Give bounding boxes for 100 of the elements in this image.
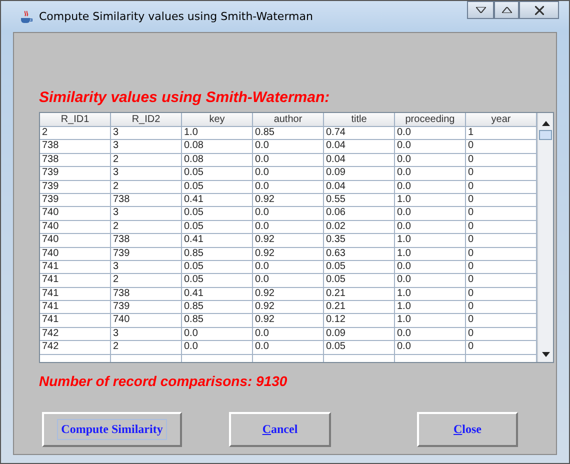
scroll-up-icon[interactable] — [542, 121, 550, 126]
table-cell: 739 — [40, 180, 111, 194]
table-cell: 0.85 — [182, 248, 253, 261]
table-cell: 742 — [40, 341, 111, 355]
table-cell: 0.08 — [182, 154, 253, 168]
table-cell: 0.92 — [253, 234, 324, 248]
table-cell: 0.85 — [182, 314, 253, 328]
table-cell: 0.41 — [182, 234, 253, 248]
triangle-up-icon — [502, 7, 512, 13]
table-cell: 0.05 — [182, 180, 253, 194]
table-cell: 741 — [40, 288, 111, 302]
table-cell: 0.0 — [253, 341, 324, 355]
table-cell: 740 — [40, 248, 111, 261]
table-cell: 1.0 — [395, 248, 466, 261]
table-cell: 0.0 — [395, 260, 466, 274]
table-cell: 0.41 — [182, 288, 253, 302]
table-cell: 741 — [40, 314, 111, 328]
dialog-button[interactable]: Close — [417, 412, 518, 447]
table-cell: 0.0 — [253, 220, 324, 234]
table-cell: 0.85 — [182, 301, 253, 314]
column-header[interactable]: key — [182, 113, 253, 127]
table-cell: 0.04 — [324, 180, 395, 194]
table-cell: 0.0 — [253, 328, 324, 342]
scroll-down-icon[interactable] — [542, 352, 550, 357]
column-header[interactable]: R_ID1 — [40, 113, 111, 127]
table-cell: 0.06 — [324, 207, 395, 221]
table-cell: 0.05 — [182, 274, 253, 288]
table-cell: 0.04 — [324, 154, 395, 168]
table-cell: 0.05 — [182, 167, 253, 181]
table-cell: 3 — [111, 127, 182, 140]
table-cell: 0.92 — [253, 314, 324, 328]
table-cell: 0.92 — [253, 288, 324, 302]
table-cell: 0.92 — [253, 301, 324, 314]
table-cell: 2 — [111, 274, 182, 288]
table-cell: 0.0 — [253, 154, 324, 168]
table-cell: 0.21 — [324, 288, 395, 302]
table-cell: 3 — [111, 167, 182, 181]
table-cell: 0.35 — [324, 234, 395, 248]
maximize-button[interactable] — [494, 1, 519, 19]
table-cell: 0.0 — [395, 220, 466, 234]
dialog-button[interactable]: Cancel — [229, 412, 331, 447]
table-cell: 0.02 — [324, 220, 395, 234]
table-cell: 2 — [111, 154, 182, 168]
table-cell: 740 — [40, 234, 111, 248]
table-cell: 739 — [40, 194, 111, 208]
table-cell: 0.0 — [253, 140, 324, 154]
table-cell: 0.05 — [182, 220, 253, 234]
table-cell: 1.0 — [182, 127, 253, 140]
table-cell: 0.0 — [395, 140, 466, 154]
table-cell: 1.0 — [395, 314, 466, 328]
comparison-count: Number of record comparisons: 9130 — [39, 373, 288, 389]
table-cell: 738 — [111, 234, 182, 248]
table-cell: 0.05 — [182, 207, 253, 221]
triangle-down-icon — [476, 7, 486, 13]
table-cell: 0.0 — [395, 207, 466, 221]
table-cell: 0.55 — [324, 194, 395, 208]
table-cell: 3 — [111, 328, 182, 342]
table-cell: 0.63 — [324, 248, 395, 261]
table-cell: 0.21 — [324, 301, 395, 314]
close-button[interactable] — [519, 1, 559, 19]
column-header[interactable]: title — [324, 113, 395, 127]
table-cell: 739 — [111, 248, 182, 261]
table-cell: 0.0 — [395, 154, 466, 168]
table-cell: 740 — [40, 207, 111, 221]
table-cell: 0.0 — [182, 328, 253, 342]
scroll-thumb[interactable] — [539, 130, 552, 140]
table-cell: 0.12 — [324, 314, 395, 328]
minimize-button[interactable] — [467, 1, 494, 19]
column-header[interactable]: author — [253, 113, 324, 127]
table-cell: 0.05 — [324, 341, 395, 355]
table-cell: 0.0 — [395, 328, 466, 342]
table-cell: 740 — [40, 220, 111, 234]
table-cell: 2 — [40, 127, 111, 140]
table-cell: 740 — [111, 314, 182, 328]
table-cell: 3 — [111, 260, 182, 274]
table-cell: 2 — [111, 220, 182, 234]
table-cell: 3 — [111, 140, 182, 154]
column-header[interactable]: year — [466, 113, 537, 127]
scrollbar[interactable] — [537, 113, 553, 362]
table-cell: 0.0 — [182, 341, 253, 355]
table-cell: 0.92 — [253, 248, 324, 261]
table-cell: 741 — [40, 274, 111, 288]
table-cell: 0.05 — [324, 260, 395, 274]
table-cell: 0.05 — [324, 274, 395, 288]
column-header[interactable]: proceeding — [395, 113, 466, 127]
table-cell: 1.0 — [395, 194, 466, 208]
table-cell: 0.0 — [253, 180, 324, 194]
table-cell: 0.0 — [253, 207, 324, 221]
section-heading: Similarity values using Smith-Waterman: — [39, 89, 331, 106]
table-cell: 738 — [40, 140, 111, 154]
table-cell: 3 — [111, 207, 182, 221]
table-cell: 738 — [40, 154, 111, 168]
table-cell: 742 — [40, 328, 111, 342]
table-cell: 0.04 — [324, 140, 395, 154]
table-cell: 0.0 — [395, 167, 466, 181]
dialog-button[interactable]: Compute Similarity — [42, 412, 182, 447]
column-header[interactable]: R_ID2 — [111, 113, 182, 127]
table-cell: 741 — [40, 301, 111, 314]
table-cell: 0.85 — [253, 127, 324, 140]
table-cell: 1.0 — [395, 301, 466, 314]
